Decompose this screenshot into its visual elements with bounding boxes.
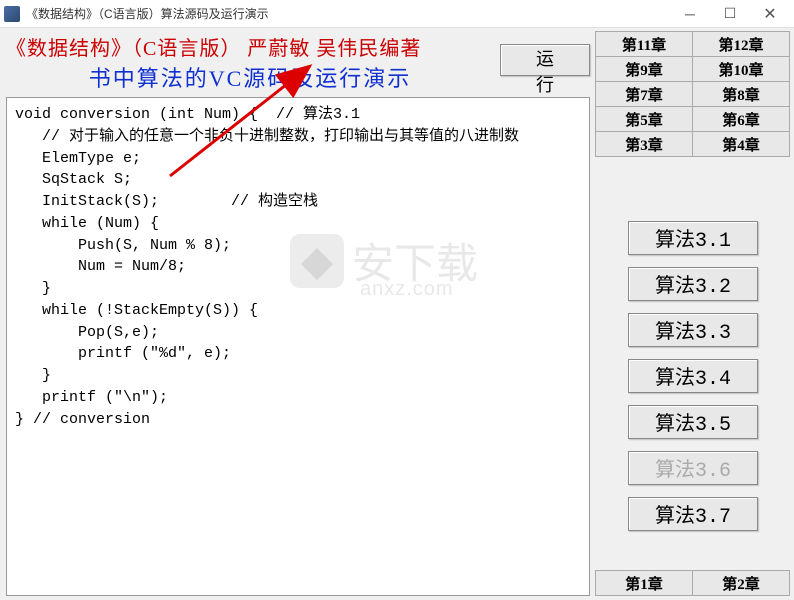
app-icon bbox=[4, 6, 20, 22]
code-area[interactable]: void conversion (int Num) { // 算法3.1 // … bbox=[6, 97, 590, 596]
chapter-grid-bottom: 第1章第2章 bbox=[596, 571, 790, 596]
algorithm-button[interactable]: 算法3.5 bbox=[628, 405, 758, 439]
chapter-tab[interactable]: 第3章 bbox=[595, 131, 693, 157]
chapter-tab[interactable]: 第5章 bbox=[595, 106, 693, 132]
chapter-tab[interactable]: 第2章 bbox=[692, 570, 790, 596]
algorithm-button[interactable]: 算法3.4 bbox=[628, 359, 758, 393]
minimize-button[interactable]: ─ bbox=[670, 0, 710, 28]
algorithm-button[interactable]: 算法3.3 bbox=[628, 313, 758, 347]
run-button[interactable]: 运 行 bbox=[500, 44, 590, 76]
chapter-tab[interactable]: 第12章 bbox=[692, 31, 790, 57]
chapter-tab[interactable]: 第10章 bbox=[692, 56, 790, 82]
book-title: 《数据结构》（C语言版） 严蔚敏 吴伟民编著 bbox=[6, 32, 494, 61]
chapter-tab[interactable]: 第6章 bbox=[692, 106, 790, 132]
maximize-button[interactable]: ☐ bbox=[710, 0, 750, 28]
chapter-tab[interactable]: 第4章 bbox=[692, 131, 790, 157]
subtitle: 书中算法的VC源码及运行演示 bbox=[6, 61, 494, 93]
algorithm-list: 算法3.1 算法3.2 算法3.3 算法3.4 算法3.5 算法3.6 算法3.7 bbox=[596, 157, 790, 571]
algorithm-button[interactable]: 算法3.2 bbox=[628, 267, 758, 301]
titlebar: 《数据结构》（C语言版）算法源码及运行演示 ─ ☐ ✕ bbox=[0, 0, 794, 28]
close-button[interactable]: ✕ bbox=[750, 0, 790, 28]
algorithm-button[interactable]: 算法3.7 bbox=[628, 497, 758, 531]
chapter-tab[interactable]: 第9章 bbox=[595, 56, 693, 82]
algorithm-button: 算法3.6 bbox=[628, 451, 758, 485]
algorithm-button[interactable]: 算法3.1 bbox=[628, 221, 758, 255]
chapter-tab[interactable]: 第7章 bbox=[595, 81, 693, 107]
chapter-tab[interactable]: 第8章 bbox=[692, 81, 790, 107]
chapter-grid-top: 第11章第12章第9章第10章第7章第8章第5章第6章第3章第4章 bbox=[596, 32, 790, 157]
chapter-tab[interactable]: 第11章 bbox=[595, 31, 693, 57]
chapter-tab[interactable]: 第1章 bbox=[595, 570, 693, 596]
window-title: 《数据结构》（C语言版）算法源码及运行演示 bbox=[26, 5, 670, 22]
window-controls: ─ ☐ ✕ bbox=[670, 0, 790, 28]
